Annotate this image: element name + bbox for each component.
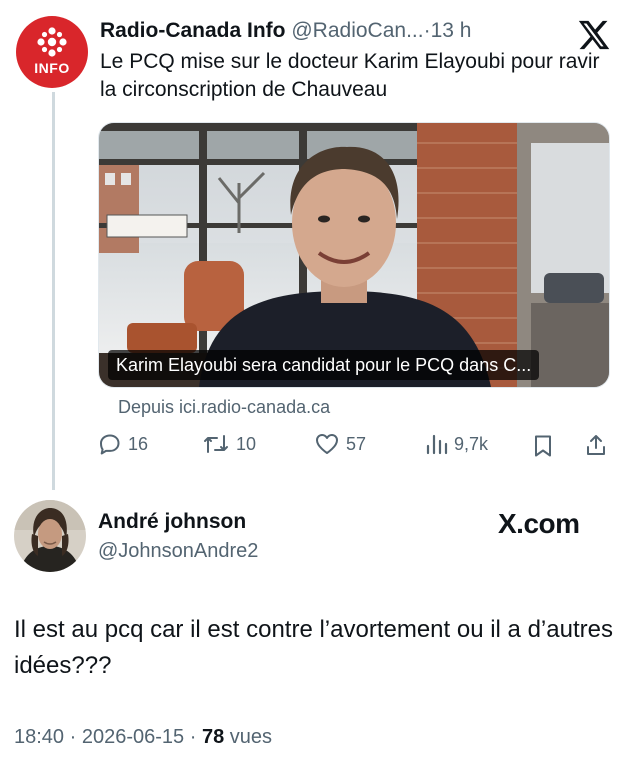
post-actions: 16 10 57 9,7k (98, 432, 610, 460)
post-header: Radio-Canada Info @RadioCan...·13 h (100, 18, 471, 44)
link-card-source[interactable]: Depuis ici.radio-canada.ca (118, 397, 330, 418)
repost-count: 10 (236, 433, 257, 454)
radio-canada-avatar[interactable]: INFO (16, 16, 88, 88)
meta-separator: · (189, 726, 197, 748)
like-button[interactable]: 57 (314, 432, 366, 456)
avatar-badge-text: INFO (34, 60, 70, 76)
link-card-caption: Karim Elayoubi sera candidat pour le PCQ… (108, 350, 540, 380)
x-logo-icon (578, 20, 610, 50)
author-name[interactable]: Radio-Canada Info (100, 19, 286, 42)
reply-author-name[interactable]: André johnson (98, 510, 246, 534)
share-icon[interactable] (584, 433, 608, 457)
heart-icon (316, 434, 338, 454)
repost-button[interactable]: 10 (202, 432, 256, 456)
link-card[interactable] (98, 122, 610, 388)
views-bar-chart-icon (426, 434, 448, 455)
post-text: Le PCQ mise sur le docteur Karim Elayoub… (100, 50, 600, 101)
link-card-photo (99, 123, 609, 387)
reply-views-label: vues (229, 726, 273, 748)
reply-icon (100, 434, 120, 455)
reply-date[interactable]: 2026-06-15 (82, 726, 184, 748)
meta-separator: · (69, 726, 77, 748)
reply-views-count: 78 (201, 726, 225, 748)
bookmark-icon[interactable] (532, 434, 554, 458)
views-count: 9,7k (454, 433, 489, 454)
radio-canada-gem-icon (37, 27, 67, 57)
reply-meta: 18:40 · 2026-06-15 · 78 vues (14, 726, 272, 749)
reply-text: Il est au pcq car il est contre l’avorte… (14, 616, 613, 679)
reply-count: 16 (128, 433, 149, 454)
time-separator: · (423, 19, 431, 42)
views-button[interactable]: 9,7k (424, 432, 488, 456)
x-com-watermark: X.com (498, 508, 580, 539)
avatar-photo (14, 500, 86, 572)
reply-button[interactable]: 16 (98, 432, 148, 456)
reply-author-avatar[interactable] (14, 500, 86, 572)
repost-icon (204, 435, 228, 453)
post-time[interactable]: 13 h (431, 19, 472, 42)
author-handle[interactable]: @RadioCan... (291, 19, 423, 42)
reply-time[interactable]: 18:40 (14, 726, 64, 748)
thread-line (52, 92, 55, 490)
reply-author-handle[interactable]: @JohnsonAndre2 (98, 540, 258, 563)
like-count: 57 (346, 433, 367, 454)
